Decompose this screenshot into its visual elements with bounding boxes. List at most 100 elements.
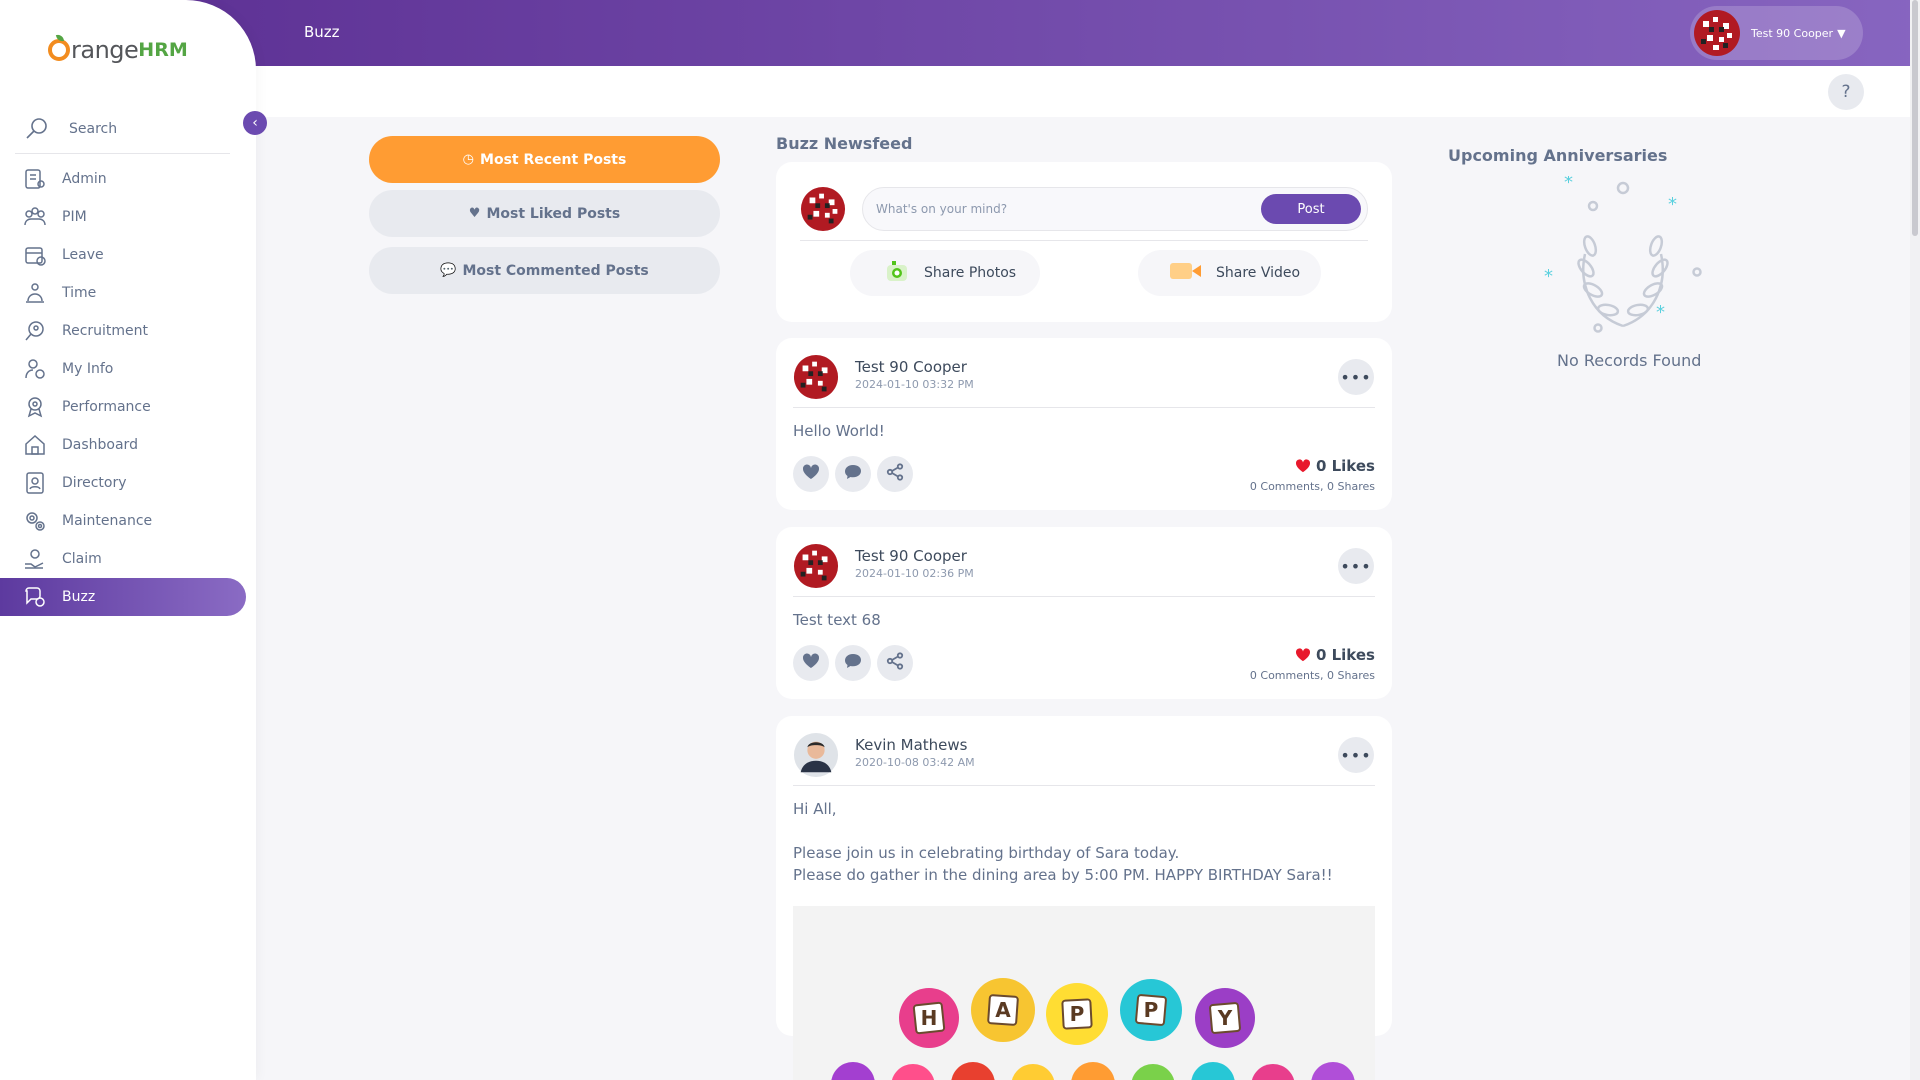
camera-icon [884,259,910,287]
comments-count[interactable]: 0 Comments [1250,669,1320,682]
top-bar: Buzz Test 90 Cooper ▼ [0,0,1920,66]
post-options-button[interactable]: ••• [1338,359,1374,395]
share-photos-button[interactable]: Share Photos [850,250,1040,296]
most-commented-posts-button[interactable]: 💬 Most Commented Posts [369,247,720,294]
most-liked-posts-button[interactable]: ♥ Most Liked Posts [369,190,720,237]
clock-icon: ◷ [462,152,475,167]
sidebar-item-maintenance[interactable]: Maintenance [0,502,246,540]
most-liked-label: Most Liked Posts [486,205,621,222]
post-author-avatar [793,354,839,400]
orangehrm-logo[interactable]: range HRM [48,30,188,70]
share-icon [886,652,904,674]
buzz-post: Test 90 Cooper 2024-01-10 02:36 PM ••• T… [776,527,1392,699]
sidebar-item-buzz[interactable]: Buzz [0,578,246,616]
help-button[interactable]: ? [1828,74,1864,110]
sidebar-item-label: My Info [62,361,114,377]
more-horizontal-icon: ••• [1340,367,1372,387]
sidebar-item-label: Recruitment [62,323,149,339]
sidebar-item-label: Performance [62,399,151,415]
sidebar-item-label: Time [62,285,97,301]
post-button[interactable]: Post [1261,194,1361,224]
sidebar-item-admin[interactable]: Admin [0,160,246,198]
sidebar-item-pim[interactable]: PIM [0,198,246,236]
happy-cupcakes-image: H A P P Y [793,906,1375,1080]
recruitment-icon [22,318,48,344]
post-author-avatar [793,543,839,589]
post-actions [793,645,913,681]
like-button[interactable] [793,456,829,492]
sidebar-item-performance[interactable]: Performance [0,388,246,426]
page-title: Buzz [304,23,340,41]
image-letter: A [995,998,1011,1022]
sidebar-collapse-button[interactable]: ‹ [243,111,267,135]
heart-outline-icon [802,464,820,484]
sidebar-item-dashboard[interactable]: Dashboard [0,426,246,464]
sidebar-item-claim[interactable]: Claim [0,540,246,578]
like-count: 0 Likes [1295,644,1375,666]
post-stats: 0 Comments, 0 Shares [1249,669,1375,682]
most-recent-posts-button[interactable]: ◷ Most Recent Posts [369,136,720,183]
comment-button[interactable] [835,456,871,492]
claim-icon [22,546,48,572]
sidebar-item-label: PIM [62,209,87,225]
shares-count[interactable]: 0 Shares [1327,480,1375,493]
sidebar-search[interactable]: Search [15,104,230,154]
sidebar-item-time[interactable]: Time [0,274,246,312]
share-icon [886,463,904,485]
post-options-button[interactable]: ••• [1338,548,1374,584]
image-letter: P [1070,1002,1085,1026]
post-body: Hello World! [793,422,885,440]
user-menu[interactable]: Test 90 Cooper ▼ [1690,6,1863,60]
dashboard-icon [22,432,48,458]
more-horizontal-icon: ••• [1340,556,1372,576]
scrollbar-thumb[interactable] [1912,0,1918,236]
sidebar-item-label: Leave [62,247,104,263]
post-author-avatar [793,732,839,778]
sidebar-item-my-info[interactable]: My Info [0,350,246,388]
performance-icon [22,394,48,420]
maintenance-icon [22,508,48,534]
sidebar-item-leave[interactable]: Leave [0,236,246,274]
post-divider [793,407,1375,408]
pim-icon [22,204,48,230]
post-timestamp: 2024-01-10 02:36 PM [855,567,974,580]
no-records-text: No Records Found [1557,351,1702,370]
sidebar: range HRM Search Admin PIM Leave Time Re… [0,0,256,1080]
comment-button[interactable] [835,645,871,681]
post-input-placeholder: What's on your mind? [876,202,1008,216]
post-body: Hi All, Please join us in celebrating bi… [793,800,1333,884]
svg-text:*: * [1544,266,1553,287]
sidebar-item-recruitment[interactable]: Recruitment [0,312,246,350]
sub-bar [0,66,1920,117]
post-text-input[interactable]: What's on your mind? Post [862,187,1368,231]
share-button[interactable] [877,456,913,492]
post-author: Test 90 Cooper [855,358,967,376]
image-letter: P [1144,998,1159,1022]
sidebar-item-label: Maintenance [62,513,153,529]
shares-count[interactable]: 0 Shares [1327,669,1375,682]
post-options-button[interactable]: ••• [1338,737,1374,773]
most-recent-label: Most Recent Posts [480,151,627,168]
comments-count[interactable]: 0 Comments [1250,480,1320,493]
post-image[interactable]: H A P P Y [793,906,1375,1080]
heart-outline-icon [802,653,820,673]
like-count: 0 Likes [1295,455,1375,477]
logo-orange-icon [48,39,70,61]
share-video-button[interactable]: Share Video [1138,250,1321,296]
image-letter: Y [1217,1006,1233,1030]
like-button[interactable] [793,645,829,681]
sidebar-item-label: Buzz [62,589,96,605]
svg-text:*: * [1564,176,1573,193]
sidebar-item-directory[interactable]: Directory [0,464,246,502]
user-name: Test 90 Cooper [1751,26,1834,40]
caret-down-icon: ▼ [1837,26,1846,40]
svg-text:*: * [1656,302,1665,323]
my-info-icon [22,356,48,382]
comment-icon: 💬 [440,263,457,278]
logo-text: range [71,36,139,64]
comment-icon [844,464,862,484]
search-icon [23,115,51,143]
share-button[interactable] [877,645,913,681]
share-photos-label: Share Photos [924,265,1017,281]
most-commented-label: Most Commented Posts [462,262,649,279]
